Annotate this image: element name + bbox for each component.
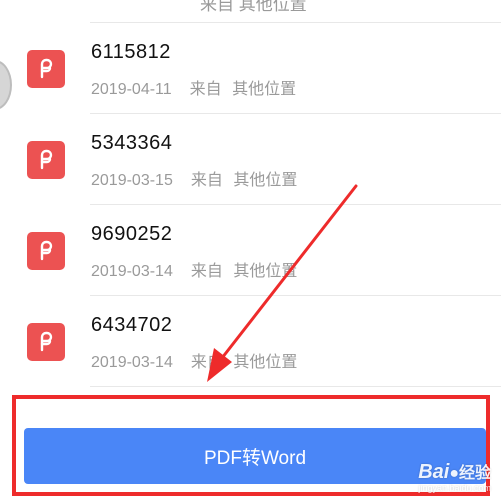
file-meta: 2019-03-14 来自 其他位置 (91, 348, 297, 372)
baidu-jingyan-watermark: Bai●经验 jingyan.baidu.com (416, 462, 491, 493)
watermark-url: jingyan.baidu.com (418, 483, 491, 493)
file-source: 其他位置 (233, 354, 298, 371)
file-name: 6434702 (91, 314, 173, 336)
file-source-prefix: 来自 (190, 263, 223, 280)
file-meta: 2019-03-15 来自 其他位置 (91, 166, 297, 190)
watermark-brand: Bai●经验 jingyan.baidu.com (416, 462, 491, 493)
file-name: 5343364 (91, 132, 173, 154)
file-list-screen: 来自 其他位置 6115812 2019-04-11 来自 其他位置 53433… (0, 0, 501, 501)
file-row-1[interactable]: 6115812 2019-04-11 来自 其他位置 (0, 23, 501, 114)
partial-file-row[interactable]: 来自 其他位置 (0, 0, 501, 23)
pdf-file-icon (27, 232, 65, 270)
file-list: 6115812 2019-04-11 来自 其他位置 5343364 2019-0… (0, 23, 501, 387)
file-name: 6115812 (91, 41, 171, 63)
file-source: 其他位置 (233, 172, 298, 189)
file-date: 2019-03-14 (91, 354, 173, 371)
file-row-4[interactable]: 6434702 2019-03-14 来自 其他位置 (0, 296, 501, 387)
file-source-prefix: 来自 (189, 81, 222, 98)
file-source-prefix: 来自 (190, 172, 223, 189)
file-meta: 2019-04-11 来自 其他位置 (91, 75, 296, 99)
paw-icon: ● (449, 465, 459, 482)
file-source: 来自 其他位置 (200, 0, 307, 14)
file-row-3[interactable]: 9690252 2019-03-14 来自 其他位置 (0, 205, 501, 296)
file-date: 2019-03-14 (91, 263, 173, 280)
pdf-file-icon (27, 50, 65, 88)
file-meta: 2019-03-14 来自 其他位置 (91, 257, 297, 281)
file-source: 其他位置 (232, 81, 297, 98)
watermark-brand-text: Bai (418, 461, 450, 483)
pdf-file-icon (27, 323, 65, 361)
file-source-prefix: 来自 (190, 354, 223, 371)
pdf-file-icon (27, 141, 65, 179)
file-date: 2019-03-15 (91, 172, 173, 189)
row-divider (90, 386, 501, 387)
file-date: 2019-04-11 (91, 81, 172, 98)
file-row-2[interactable]: 5343364 2019-03-15 来自 其他位置 (0, 114, 501, 205)
file-source: 其他位置 (233, 263, 298, 280)
watermark-brand-suffix: 经验 (458, 465, 491, 482)
file-name: 9690252 (91, 223, 173, 245)
